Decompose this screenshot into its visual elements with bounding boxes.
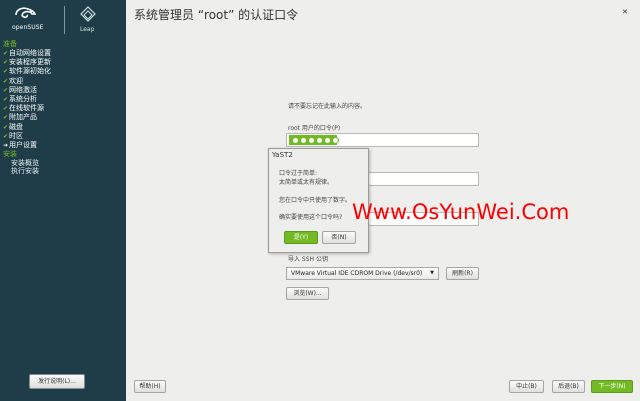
leap-icon: [80, 6, 96, 22]
abort-button[interactable]: 中止(B): [509, 380, 544, 393]
dialog-message: 您在口令中只使用了数字。: [279, 197, 352, 204]
confirm-password-input[interactable]: [366, 172, 479, 186]
sidebar: openSUSE Leap 准备 ✔自动网络设置 ✔安装程序更新 ✔软件源初始化…: [0, 0, 126, 401]
password-label: root 用户的口令(P): [288, 125, 341, 132]
ssh-device-value: VMware Virtual IDE CDROM Drive (/dev/sr0…: [291, 270, 423, 277]
step-item: ✔磁盘: [3, 122, 23, 131]
close-icon[interactable]: ✕: [622, 8, 628, 16]
installation-steps: 准备 ✔自动网络设置 ✔安装程序更新 ✔软件源初始化 ✔欢迎 ✔网络激活 ✔系统…: [3, 40, 123, 176]
dialog-message: 太简单或太有规律。: [279, 179, 334, 186]
help-button[interactable]: 帮助(H): [134, 380, 166, 393]
brand-name: openSUSE: [12, 24, 44, 31]
step-section-install: 安装: [3, 150, 17, 159]
refresh-button[interactable]: 刷新(R): [446, 267, 479, 280]
logo-area: openSUSE Leap: [0, 0, 126, 38]
opensuse-chameleon-icon: [15, 7, 36, 19]
step-item: ✔系统分析: [3, 95, 37, 104]
watermark: Www.OsYunWei.Com: [352, 200, 570, 224]
yes-button[interactable]: 是(Y): [284, 231, 318, 244]
dialog-title: YaST2: [272, 151, 293, 159]
dialog-message: 口令过于简单:: [279, 170, 318, 177]
step-item: ✔网络激活: [3, 85, 37, 94]
browse-button[interactable]: 浏览(W)...: [286, 287, 329, 300]
step-item: ✔软件源初始化: [3, 67, 51, 76]
edition-label: Leap: [80, 26, 95, 33]
release-notes-button[interactable]: 发行说明(L)...: [29, 374, 85, 389]
step-item: ✔自动网络设置: [3, 49, 51, 57]
step-section-prepare: 准备: [3, 40, 17, 48]
step-item: ✔附加产品: [3, 113, 37, 122]
step-item-current: ➜用户设置: [3, 141, 37, 150]
page-title: 系统管理员 “root” 的认证口令: [134, 8, 299, 22]
back-button[interactable]: 后退(B): [552, 380, 585, 393]
ssh-import-label: 导入 SSH 公钥: [288, 256, 328, 263]
step-item: 执行安装: [11, 167, 39, 176]
password-mask: [292, 136, 339, 144]
step-item: ✔时区: [3, 131, 23, 140]
password-input[interactable]: [286, 133, 479, 147]
step-item: ✔欢迎: [3, 76, 23, 85]
ssh-device-select[interactable]: VMware Virtual IDE CDROM Drive (/dev/sr0…: [286, 267, 439, 280]
logo-divider: [64, 6, 65, 34]
hint-text: 请不要忘记在此输入的内容。: [288, 103, 367, 110]
dialog-message: 确实要使用这个口令吗?: [279, 214, 343, 221]
next-button[interactable]: 下一步(N): [591, 380, 633, 393]
chevron-down-icon: ▼: [430, 270, 434, 276]
no-button[interactable]: 否(N): [322, 231, 356, 244]
